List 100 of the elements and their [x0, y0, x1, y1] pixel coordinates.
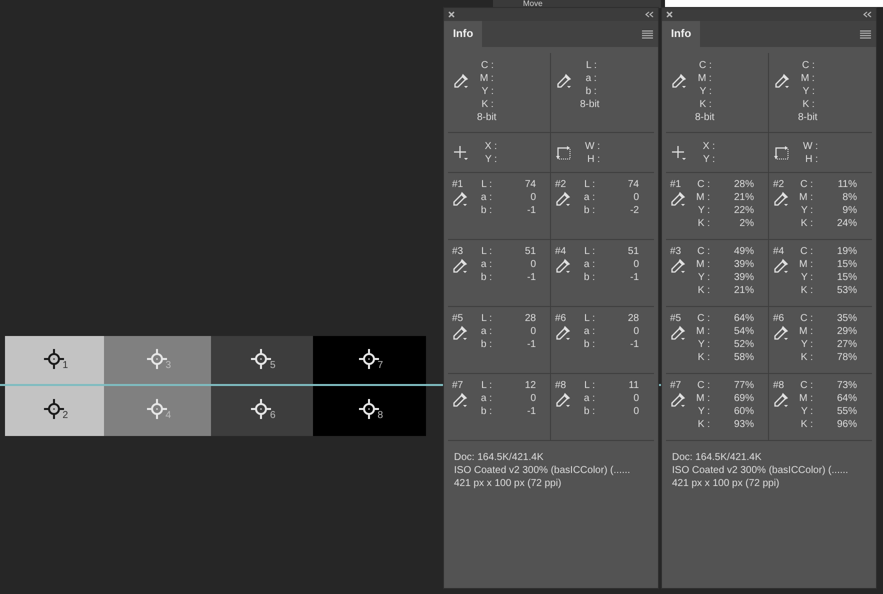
sampler-value: 21%: [734, 191, 754, 204]
eyedropper-icon[interactable]: [452, 392, 468, 408]
eyedropper-icon[interactable]: [555, 258, 571, 274]
eyedropper-icon[interactable]: [670, 392, 686, 408]
close-icon[interactable]: [666, 11, 673, 18]
channel-label: C :: [697, 245, 710, 258]
channel-label: Y :: [700, 85, 712, 98]
channel-label: K :: [800, 418, 813, 431]
channel-label: K :: [800, 284, 813, 297]
eyedropper-icon[interactable]: [774, 73, 790, 89]
channel-label: M :: [696, 258, 710, 271]
bit-depth-label[interactable]: 8-bit: [798, 111, 818, 124]
channel-label: L :: [584, 178, 595, 191]
eyedropper-icon[interactable]: [670, 325, 686, 341]
channel-label: b :: [584, 204, 595, 217]
eyedropper-icon[interactable]: [773, 392, 789, 408]
sampler-number: 3: [166, 360, 172, 372]
sampler-value: 21%: [734, 284, 754, 297]
channel-label: L :: [481, 178, 492, 191]
channel-label: M :: [800, 72, 815, 85]
channel-label: Y :: [702, 152, 715, 166]
eyedropper-icon[interactable]: [555, 392, 571, 408]
sampler-id: #2: [773, 178, 786, 191]
sampler-value: 64%: [734, 312, 754, 325]
eyedropper-icon[interactable]: [773, 325, 789, 341]
sampler-value: 0: [530, 392, 536, 405]
sampler-value: 39%: [734, 258, 754, 271]
channel-label: Y :: [698, 204, 710, 217]
bit-depth-label[interactable]: 8-bit: [695, 111, 714, 124]
channel-label: b :: [480, 338, 492, 351]
color-sampler-marker-icon[interactable]: [42, 348, 64, 370]
sampler-value: 53%: [836, 284, 857, 297]
eyedropper-icon[interactable]: [671, 73, 687, 89]
channel-label: b :: [480, 405, 492, 418]
eyedropper-icon[interactable]: [452, 325, 468, 341]
color-sampler-marker-icon[interactable]: [42, 398, 64, 420]
sampler-value: -2: [630, 204, 639, 217]
panel-tab[interactable]: Info: [662, 21, 700, 47]
sampler-value: 11%: [838, 178, 857, 191]
sampler-value: 52%: [734, 338, 754, 351]
sampler-value: 12: [524, 379, 536, 392]
eyedropper-icon[interactable]: [773, 258, 789, 274]
document-info-text: Doc: 164.5K/421.4K: [454, 451, 545, 464]
sampler-id: #7: [452, 379, 464, 392]
panel-tab[interactable]: Info: [444, 21, 482, 47]
eyedropper-icon[interactable]: [555, 325, 571, 341]
sampler-id: #4: [555, 245, 568, 258]
channel-label: M :: [799, 325, 813, 338]
sampler-number: 2: [62, 410, 68, 422]
eyedropper-icon[interactable]: [452, 191, 468, 207]
sampler-value: 74: [628, 178, 639, 191]
crosshair-icon[interactable]: [671, 144, 687, 160]
sampler-value: 51: [628, 245, 639, 258]
sampler-value: 15%: [836, 271, 857, 284]
sampler-value: 11: [628, 379, 639, 392]
close-icon[interactable]: [448, 11, 455, 18]
channel-label: K :: [800, 351, 813, 364]
eyedropper-icon[interactable]: [670, 191, 686, 207]
sampler-value: -1: [630, 338, 639, 351]
channel-label: L :: [584, 379, 595, 392]
sampler-value: 0: [530, 325, 536, 338]
eyedropper-icon[interactable]: [453, 73, 469, 89]
sampler-value: 58%: [734, 351, 754, 364]
eyedropper-icon[interactable]: [556, 73, 572, 89]
eyedropper-icon[interactable]: [670, 258, 686, 274]
document-info-text: ISO Coated v2 300% (basICColor) (......: [454, 464, 632, 477]
channel-label: Y :: [698, 405, 710, 418]
menu-icon[interactable]: [860, 30, 871, 38]
crosshair-icon[interactable]: [453, 144, 469, 160]
sampler-id: #7: [670, 379, 682, 392]
sampler-value: 60%: [734, 405, 754, 418]
channel-label: b :: [480, 271, 492, 284]
collapse-icon[interactable]: [863, 11, 872, 18]
bit-depth-label[interactable]: 8-bit: [477, 111, 496, 124]
sampler-id: #8: [773, 379, 786, 392]
channel-label: M :: [696, 392, 710, 405]
sampler-value: 0: [633, 405, 639, 418]
bit-depth-label[interactable]: 8-bit: [580, 98, 600, 111]
channel-label: Y :: [802, 85, 815, 98]
channel-label: W :: [803, 140, 818, 152]
eyedropper-icon[interactable]: [555, 191, 571, 207]
sampler-value: 93%: [734, 418, 754, 431]
channel-label: a :: [584, 325, 595, 338]
sampler-id: #1: [452, 178, 464, 191]
menu-icon[interactable]: [642, 30, 653, 38]
eyedropper-icon[interactable]: [452, 258, 468, 274]
sampler-value: -1: [527, 338, 536, 351]
sampler-value: 0: [633, 258, 639, 271]
move-tool-label[interactable]: Move: [523, 0, 543, 8]
eyedropper-icon[interactable]: [773, 191, 789, 207]
sampler-value: 35%: [836, 312, 857, 325]
collapse-icon[interactable]: [645, 11, 654, 18]
channel-label: L :: [586, 59, 597, 72]
document-info-text: ISO Coated v2 300% (basICColor) (......: [672, 464, 850, 477]
sampler-value: -1: [527, 405, 536, 418]
channel-label: Y :: [698, 271, 710, 284]
sampler-id: #4: [773, 245, 786, 258]
channel-label: a :: [584, 258, 595, 271]
channel-label: Y :: [800, 405, 813, 418]
sampler-value: 0: [530, 258, 536, 271]
